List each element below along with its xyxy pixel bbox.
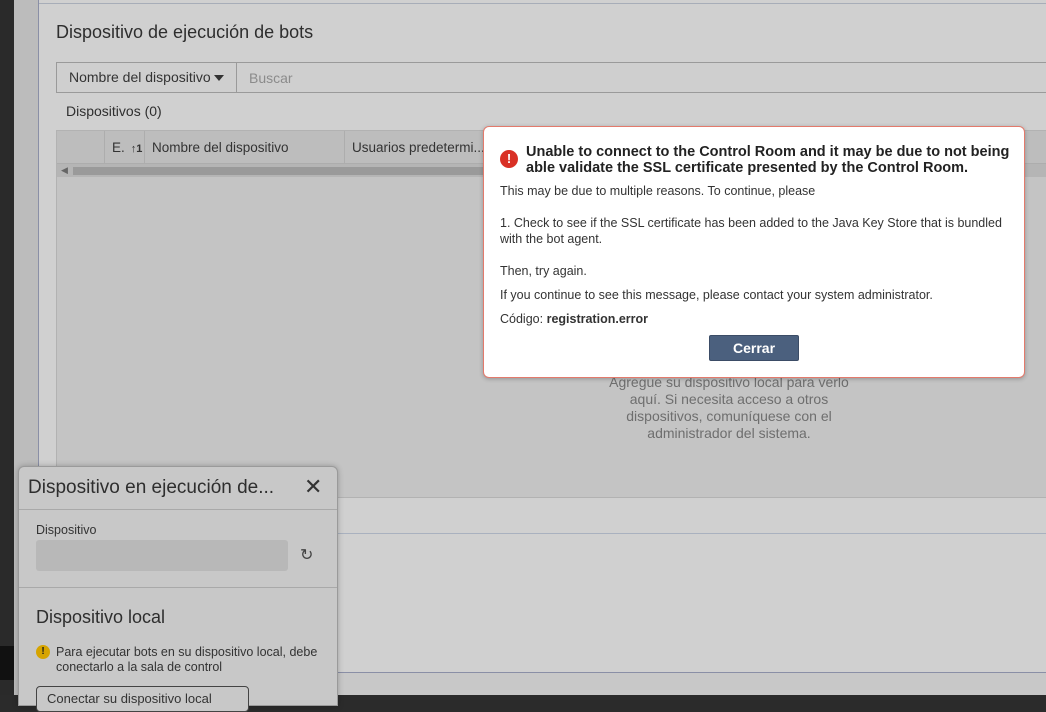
page-title: Dispositivo de ejecución de bots <box>56 22 314 42</box>
error-dialog: ! Unable to connect to the Control Room … <box>483 126 1025 378</box>
dialog-line-3: Then, try again. <box>500 264 587 278</box>
connect-local-device-button[interactable]: Conectar su dispositivo local <box>36 686 249 712</box>
dialog-line-4: If you continue to see this message, ple… <box>500 288 933 302</box>
caret-down-icon <box>214 75 224 81</box>
dialog-line-1: This may be due to multiple reasons. To … <box>500 184 816 198</box>
warning-icon: ! <box>36 645 50 659</box>
sort-asc-icon: ↑1 <box>130 143 143 155</box>
local-device-warning: Para ejecutar bots en su dispositivo loc… <box>56 645 318 674</box>
scrollbar-thumb[interactable] <box>73 167 493 175</box>
scroll-left-icon[interactable]: ◀ <box>61 164 68 177</box>
search-bar: Nombre del dispositivo <box>56 62 1046 93</box>
devices-count: (0) <box>144 103 162 119</box>
code-value: registration.error <box>546 312 648 326</box>
close-button[interactable]: Cerrar <box>709 335 799 361</box>
left-dark-strip <box>0 0 14 695</box>
code-label: Código: <box>500 312 544 326</box>
col-status-label: E. <box>112 140 125 155</box>
panel-title: Dispositivo en ejecución de... <box>28 477 275 498</box>
empty-state-message: Agregue su dispositivo local para verlo … <box>609 374 849 441</box>
devices-label: Dispositivos <box>66 103 141 119</box>
dialog-title: Unable to connect to the Control Room an… <box>526 144 1010 176</box>
col-device-name[interactable]: Nombre del dispositivo <box>145 131 345 163</box>
col-checkbox[interactable] <box>57 131 105 163</box>
filter-select[interactable]: Nombre del dispositivo <box>57 63 237 92</box>
col-default-users-label: Usuarios predetermi... <box>352 140 485 155</box>
col-status[interactable]: E. ↑1 <box>105 131 145 163</box>
panel-header: Dispositivo en ejecución de... ✕ <box>19 467 337 510</box>
col-device-name-label: Nombre del dispositivo <box>152 140 289 155</box>
device-select[interactable] <box>36 540 288 571</box>
run-device-panel: Dispositivo en ejecución de... ✕ Disposi… <box>18 466 338 712</box>
panel-divider <box>19 587 337 588</box>
top-divider <box>39 3 1046 4</box>
close-icon[interactable]: ✕ <box>304 476 322 498</box>
devices-count-label: Dispositivos (0) <box>66 103 162 119</box>
filter-select-label: Nombre del dispositivo <box>69 69 211 85</box>
device-field-label: Dispositivo <box>36 523 97 537</box>
dialog-code: Código: registration.error <box>500 311 648 327</box>
local-device-title: Dispositivo local <box>36 607 166 627</box>
refresh-icon[interactable]: ↻ <box>300 545 313 565</box>
col-default-users[interactable]: Usuarios predetermi... <box>345 131 495 163</box>
dialog-line-2: 1. Check to see if the SSL certificate h… <box>500 216 1002 246</box>
section-divider <box>322 533 1046 534</box>
bottom-dark-strip <box>0 646 14 680</box>
search-input[interactable] <box>238 63 1046 92</box>
error-icon: ! <box>500 150 518 168</box>
